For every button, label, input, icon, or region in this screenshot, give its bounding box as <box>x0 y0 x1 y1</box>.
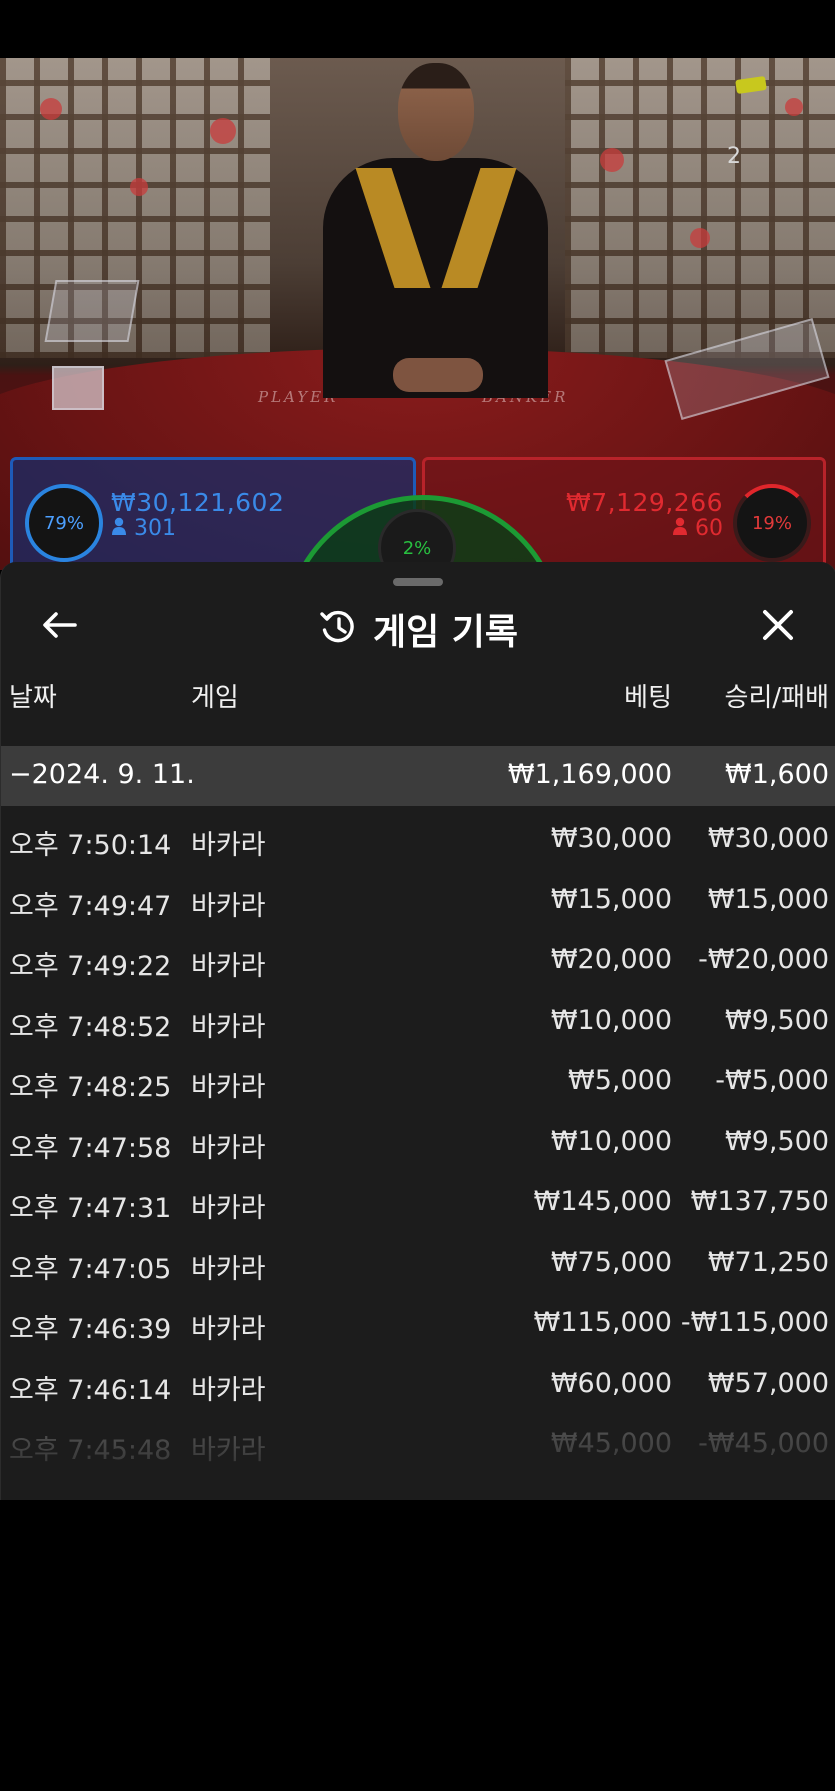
column-header-bet: 베팅 <box>624 683 672 713</box>
row-bet: ₩15,000 <box>550 883 672 915</box>
live-video-feed: PLAYER BANKER 2 79% ₩30,121,602 301 19% … <box>0 58 835 570</box>
user-icon <box>672 516 688 541</box>
history-row[interactable]: 오후 7:47:31 바카라 ₩145,000 ₩137,750 <box>1 1169 835 1230</box>
player-bettor-count-value: 301 <box>134 516 176 541</box>
history-row[interactable]: 오후 7:49:22 바카라 ₩20,000 -₩20,000 <box>1 927 835 988</box>
row-bet: ₩10,000 <box>550 1004 672 1036</box>
row-game: 바카라 <box>191 1011 266 1043</box>
row-game: 바카라 <box>191 830 266 861</box>
history-row[interactable]: 오후 7:48:52 바카라 ₩10,000 ₩9,500 <box>1 988 835 1049</box>
banker-total-amount: ₩7,129,266 <box>566 488 723 517</box>
row-win-loss: -₩5,000 <box>715 1065 829 1096</box>
summary-date: −2024. 9. 11. <box>9 759 195 790</box>
row-game: 바카라 <box>191 1253 266 1285</box>
row-win-loss: -₩45,000 <box>698 1428 829 1459</box>
banker-bettor-count-value: 60 <box>695 516 723 541</box>
history-row[interactable]: 오후 7:49:47 바카라 ₩15,000 ₩15,000 <box>1 867 835 928</box>
row-win-loss: -₩115,000 <box>680 1307 829 1338</box>
row-win-loss: ₩57,000 <box>707 1367 829 1399</box>
history-row[interactable]: 오후 7:47:05 바카라 ₩75,000 ₩71,250 <box>1 1230 835 1291</box>
close-button[interactable] <box>748 600 808 654</box>
history-row[interactable]: 오후 7:46:39 바카라 ₩115,000 -₩115,000 <box>1 1290 835 1351</box>
row-time: 오후 7:49:22 <box>9 951 172 982</box>
row-bet: ₩115,000 <box>533 1307 672 1338</box>
card-shoe <box>44 280 140 342</box>
dealer <box>313 58 558 398</box>
blossom <box>785 98 803 116</box>
row-game: 바카라 <box>191 890 266 922</box>
row-bet: ₩20,000 <box>550 944 672 975</box>
sheet-header: 게임 기록 <box>1 604 835 654</box>
player-percent-ring: 79% <box>25 484 103 562</box>
row-game: 바카라 <box>191 1435 266 1466</box>
game-history-sheet: 게임 기록 날짜 게임 베팅 승리/패배 −2024. 9. 11. ₩1,16… <box>0 562 835 1500</box>
page: PLAYER BANKER 2 79% ₩30,121,602 301 19% … <box>0 0 835 1791</box>
row-time: 오후 7:48:25 <box>9 1072 172 1103</box>
summary-win-loss-total: ₩1,600 <box>725 759 829 790</box>
row-win-loss: -₩20,000 <box>698 944 829 975</box>
blossom <box>600 148 624 172</box>
row-bet: ₩75,000 <box>550 1246 672 1278</box>
row-time: 오후 7:48:52 <box>9 1011 172 1043</box>
blossom <box>130 178 148 196</box>
close-icon <box>761 608 795 646</box>
row-time: 오후 7:47:58 <box>9 1132 172 1164</box>
row-game: 바카라 <box>191 1314 266 1345</box>
row-bet: ₩10,000 <box>550 1125 672 1157</box>
row-time: 오후 7:45:48 <box>9 1435 172 1466</box>
blossom <box>690 228 710 248</box>
row-win-loss: ₩71,250 <box>707 1246 829 1278</box>
row-time: 오후 7:47:31 <box>9 1193 172 1224</box>
page-title: 게임 기록 <box>372 612 518 653</box>
row-win-loss: ₩9,500 <box>725 1004 829 1036</box>
row-time: 오후 7:47:05 <box>9 1253 172 1285</box>
row-win-loss: ₩30,000 <box>707 823 829 854</box>
history-row[interactable]: 오후 7:50:14 바카라 ₩30,000 ₩30,000 <box>1 806 835 867</box>
banker-percent-ring: 19% <box>733 484 811 562</box>
history-list: 오후 7:50:14 바카라 ₩30,000 ₩30,000 오후 7:49:47 바카… <box>1 806 835 1500</box>
row-game: 바카라 <box>191 1374 266 1406</box>
date-group-summary[interactable]: −2024. 9. 11. ₩1,169,000 ₩1,600 <box>1 746 835 806</box>
round-count: 2 <box>727 144 741 169</box>
row-win-loss: ₩137,750 <box>690 1186 829 1217</box>
history-row[interactable]: 오후 7:46:14 바카라 ₩60,000 ₩57,000 <box>1 1351 835 1412</box>
history-row[interactable]: 오후 7:48:25 바카라 ₩5,000 -₩5,000 <box>1 1048 835 1109</box>
blossom <box>40 98 62 120</box>
column-header-win-loss: 승리/패배 <box>724 683 829 713</box>
history-row[interactable]: 오후 7:47:58 바카라 ₩10,000 ₩9,500 <box>1 1109 835 1170</box>
row-bet: ₩145,000 <box>533 1186 672 1217</box>
row-bet: ₩5,000 <box>568 1065 672 1096</box>
column-headers: 날짜 게임 베팅 승리/패배 <box>1 677 835 719</box>
history-icon <box>319 608 357 650</box>
row-game: 바카라 <box>191 1132 266 1164</box>
summary-bet-total: ₩1,169,000 <box>507 759 672 790</box>
row-time: 오후 7:50:14 <box>9 830 172 861</box>
history-row[interactable]: 오후 7:45:48 바카라 ₩45,000 -₩45,000 <box>1 1411 835 1472</box>
row-time: 오후 7:46:39 <box>9 1314 172 1345</box>
player-total-amount: ₩30,121,602 <box>111 488 285 517</box>
blossom <box>210 118 236 144</box>
row-game: 바카라 <box>191 951 266 982</box>
row-time: 오후 7:46:14 <box>9 1374 172 1406</box>
user-icon <box>111 516 127 541</box>
row-game: 바카라 <box>191 1072 266 1103</box>
player-bettor-count: 301 <box>111 516 176 541</box>
row-time: 오후 7:49:47 <box>9 890 172 922</box>
row-bet: ₩45,000 <box>550 1428 672 1459</box>
row-bet: ₩30,000 <box>550 823 672 854</box>
column-header-date: 날짜 <box>9 683 57 713</box>
card-stack <box>52 366 104 410</box>
row-game: 바카라 <box>191 1193 266 1224</box>
column-header-game: 게임 <box>191 683 239 713</box>
sheet-drag-handle[interactable] <box>393 578 443 586</box>
row-win-loss: ₩15,000 <box>707 883 829 915</box>
banker-bettor-count: 60 <box>672 516 723 541</box>
row-win-loss: ₩9,500 <box>725 1125 829 1157</box>
row-bet: ₩60,000 <box>550 1367 672 1399</box>
